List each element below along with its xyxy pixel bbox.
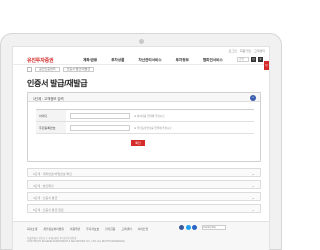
site-logo[interactable]: 유진투자증권 [27,57,54,64]
resident-number-input[interactable] [70,124,130,131]
site-footer: 회사소개 개인정보처리방침 이용약관 투자자보호 전자금융 고객센터 사이트맵 … [13,221,269,250]
step-panel-customer-info: 1단계 : 고객정보 입력 ^ 아이디 ※ 아이디를 입력해 주십시오. 주민등… [27,92,261,162]
nav-item-info[interactable]: 투자정보 [176,58,189,63]
camera-dot [139,39,144,44]
confirm-button[interactable]: 확인 [131,140,145,146]
search-icon[interactable]: Q [251,57,256,62]
id-input[interactable] [70,112,130,119]
nav-item-champion[interactable]: 챔피언서비스 [203,58,223,63]
breadcrumb-item-current[interactable]: 인증서 발급/재발급 [62,67,95,72]
chevron-up-icon[interactable]: ^ [250,94,256,101]
blog-icon[interactable] [192,225,197,230]
resident-number-hint: ※ 주민등록번호를 입력해 주십시오. [134,126,173,130]
nav-item-products[interactable]: 투자상품 [111,58,124,63]
footer-link[interactable]: 고객센터 [121,227,131,231]
footer-link[interactable]: 투자자보호 [86,227,99,231]
accordion-label: 5단계 : 인증서 발급 완료 [33,207,64,212]
footer-link[interactable]: 사이트맵 [138,227,148,231]
resident-number-label: 주민등록번호 [36,122,66,133]
main-nav: 계좌/금융 투자상품 자산관리서비스 투자정보 챔피언서비스 [83,58,223,63]
id-hint: ※ 아이디를 입력해 주십시오. [134,114,166,118]
menu-icon[interactable]: ≡ [258,57,263,62]
customer-form: 아이디 ※ 아이디를 입력해 주십시오. 주민등록번호 ※ 주민등록번호를 입력… [36,109,254,134]
form-row: 주민등록번호 ※ 주민등록번호를 입력해 주십시오. [36,122,254,134]
header-tools: 검색 Q ≡ [237,57,263,62]
chevron-down-icon: ⌄ [251,206,255,212]
accordion-label: 3단계 : 본인확인 [33,183,54,188]
nav-item-asset[interactable]: 자산관리서비스 [138,58,161,63]
footer-address: 서울특별시 영등포구 국제금융로 24 유진투자증권 COPYRIGHT EUG… [27,237,207,243]
form-row: 아이디 ※ 아이디를 입력해 주십시오. [36,110,254,122]
panel-header[interactable]: 1단계 : 고객정보 입력 ^ [28,93,260,102]
step-accordion-5[interactable]: 5단계 : 인증서 발급 완료 ⌄ [27,204,261,213]
search-input[interactable]: 검색 [237,57,249,62]
footer-link[interactable]: 이용약관 [70,227,80,231]
breadcrumb: 공인인증센터 인증서 발급/재발급 [27,67,95,72]
footer-link[interactable]: 전자금융 [105,227,115,231]
page-title: 인증서 발급/재발급 [27,79,88,88]
nav-item-account[interactable]: 계좌/금융 [83,58,97,63]
footer-link[interactable]: 개인정보처리방침 [43,227,64,231]
accordion-label: 2단계 : 계좌번호/비밀번호 확인 [33,171,72,176]
step-accordion-3[interactable]: 3단계 : 본인확인 ⌄ [27,180,261,189]
chevron-down-icon: ⌄ [251,182,255,188]
accordion-label: 4단계 : 인증서 발급 [33,195,58,200]
chevron-down-icon: ⌄ [251,170,255,176]
sns-links: Family Site [179,225,226,230]
chevron-down-icon: ⌄ [251,194,255,200]
footer-links: 회사소개 개인정보처리방침 이용약관 투자자보호 전자금융 고객센터 사이트맵 [27,227,148,231]
step-accordion-2[interactable]: 2단계 : 계좌번호/비밀번호 확인 ⌄ [27,168,261,177]
tablet-frame: 로그인 회원가입 고객센터 유진투자증권 계좌/금융 투자상품 자산관리서비스 … [0,33,282,250]
twitter-icon[interactable] [185,225,191,230]
quick-menu-badge[interactable]: Q [264,61,269,70]
breadcrumb-item-center[interactable]: 공인인증센터 [35,67,60,72]
facebook-icon[interactable] [179,225,184,230]
id-label: 아이디 [36,110,66,121]
footer-link[interactable]: 회사소개 [27,227,37,231]
site-header: 유진투자증권 계좌/금융 투자상품 자산관리서비스 투자정보 챔피언서비스 검색… [13,53,269,65]
panel-title: 1단계 : 고객정보 입력 [33,96,64,101]
family-site-select[interactable]: Family Site [201,225,226,230]
step-accordion-4[interactable]: 4단계 : 인증서 발급 ⌄ [27,192,261,201]
copyright-line: COPYRIGHT EUGENE INVESTMENT & SECURITIES… [27,240,126,244]
browser-screen: 로그인 회원가입 고객센터 유진투자증권 계좌/금융 투자상품 자산관리서비스 … [12,46,270,250]
home-icon[interactable] [27,67,32,72]
